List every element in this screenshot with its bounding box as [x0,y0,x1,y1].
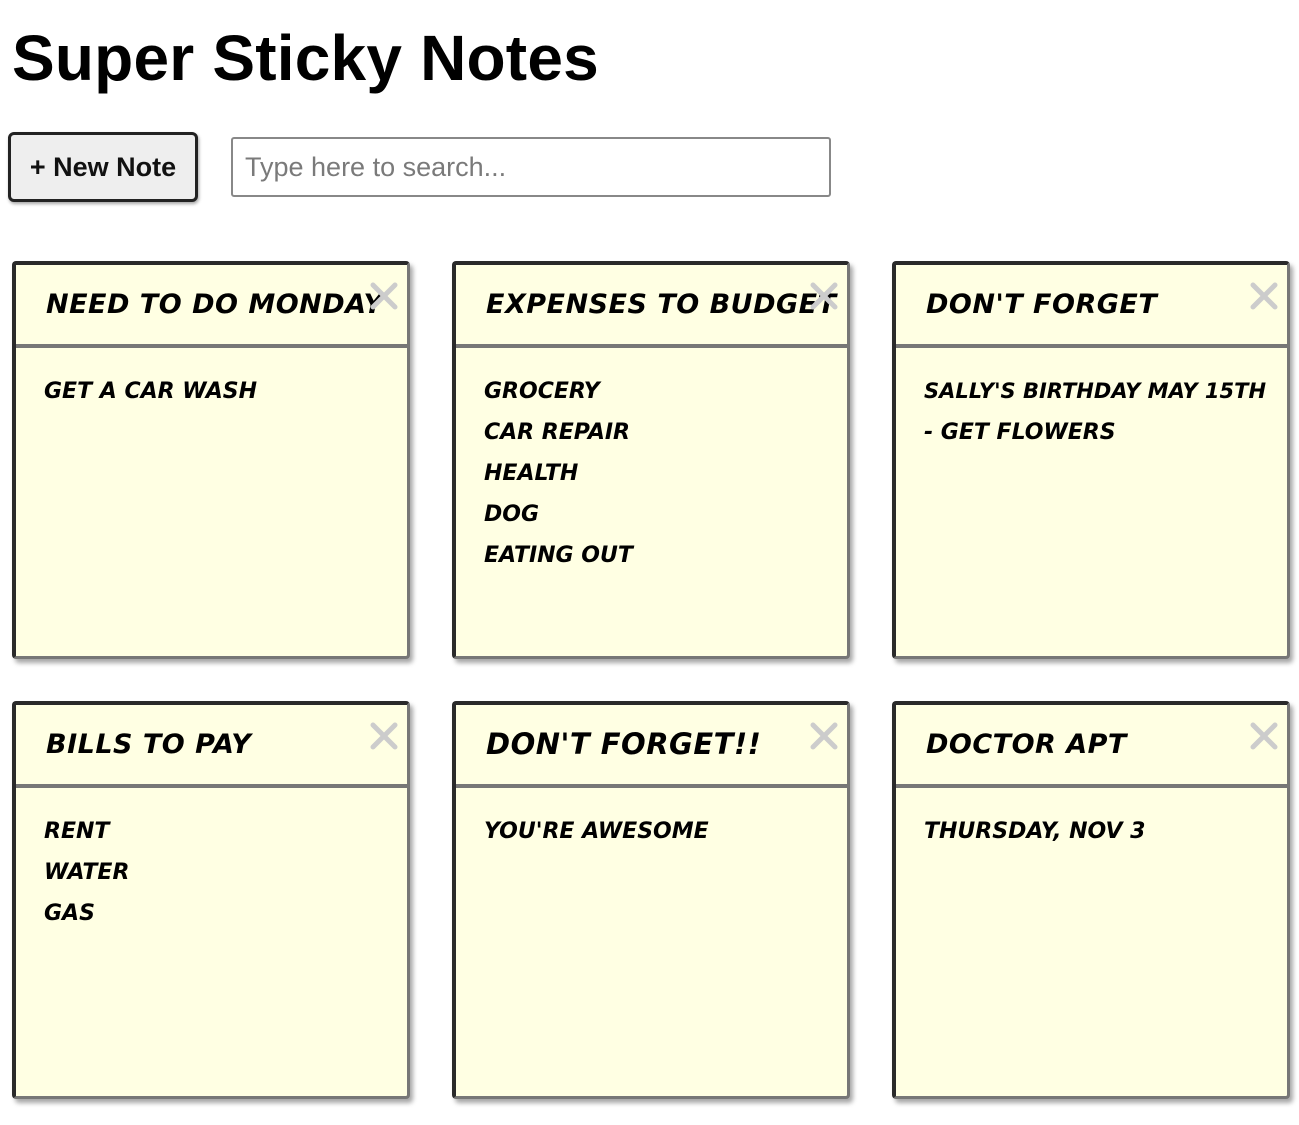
close-icon[interactable] [1247,279,1281,313]
note-header: Expenses to budget [456,265,847,348]
close-icon[interactable] [367,279,401,313]
note-title[interactable]: Bills to pay [46,729,251,760]
sticky-note[interactable]: Doctor apt Thursday, Nov 3 [892,701,1290,1099]
note-line: rent [44,819,110,844]
note-line: Grocery [484,379,600,404]
sticky-note[interactable]: Bills to pay rent water gas [12,701,410,1099]
close-icon[interactable] [1247,719,1281,753]
note-line: health [484,461,579,486]
note-body[interactable]: Thursday, Nov 3 [924,811,1275,852]
search-input[interactable] [231,137,831,197]
note-title[interactable]: Expenses to budget [486,289,837,320]
note-line: Sally's birthday May 15th [924,379,1267,403]
note-line: car repair [484,420,630,445]
sticky-note[interactable]: Expenses to budget Grocery car repair he… [452,261,850,659]
sticky-note[interactable]: Need to do Monday Get a car wash [12,261,410,659]
note-line: Thursday, Nov 3 [924,819,1146,844]
note-body[interactable]: Get a car wash [44,371,395,412]
note-title[interactable]: Don't forget [926,289,1157,320]
note-header: Need to do Monday [16,265,407,348]
note-line: - get flowers [924,420,1116,445]
note-title[interactable]: Need to do Monday [46,289,384,320]
note-line: Get a car wash [44,379,257,404]
sticky-note[interactable]: Don't forget Sally's birthday May 15th -… [892,261,1290,659]
sticky-note[interactable]: DON'T FORGET!! You're awesome [452,701,850,1099]
note-title[interactable]: Doctor apt [926,729,1127,760]
note-body[interactable]: You're awesome [484,811,835,852]
note-title[interactable]: DON'T FORGET!! [486,727,761,761]
note-body[interactable]: Grocery car repair health dog eating out [484,371,835,576]
page-title: Super Sticky Notes [12,22,599,94]
note-line: gas [44,901,95,926]
close-icon[interactable] [807,279,841,313]
note-header: Doctor apt [896,705,1287,788]
note-line: You're awesome [484,819,709,844]
close-icon[interactable] [807,719,841,753]
note-body[interactable]: Sally's birthday May 15th - get flowers [924,371,1275,453]
note-header: DON'T FORGET!! [456,705,847,788]
new-note-button[interactable]: + New Note [8,132,198,202]
note-line: dog [484,502,540,527]
note-line: water [44,860,130,885]
note-body[interactable]: rent water gas [44,811,395,934]
close-icon[interactable] [367,719,401,753]
note-header: Bills to pay [16,705,407,788]
note-line: eating out [484,543,633,568]
note-header: Don't forget [896,265,1287,348]
